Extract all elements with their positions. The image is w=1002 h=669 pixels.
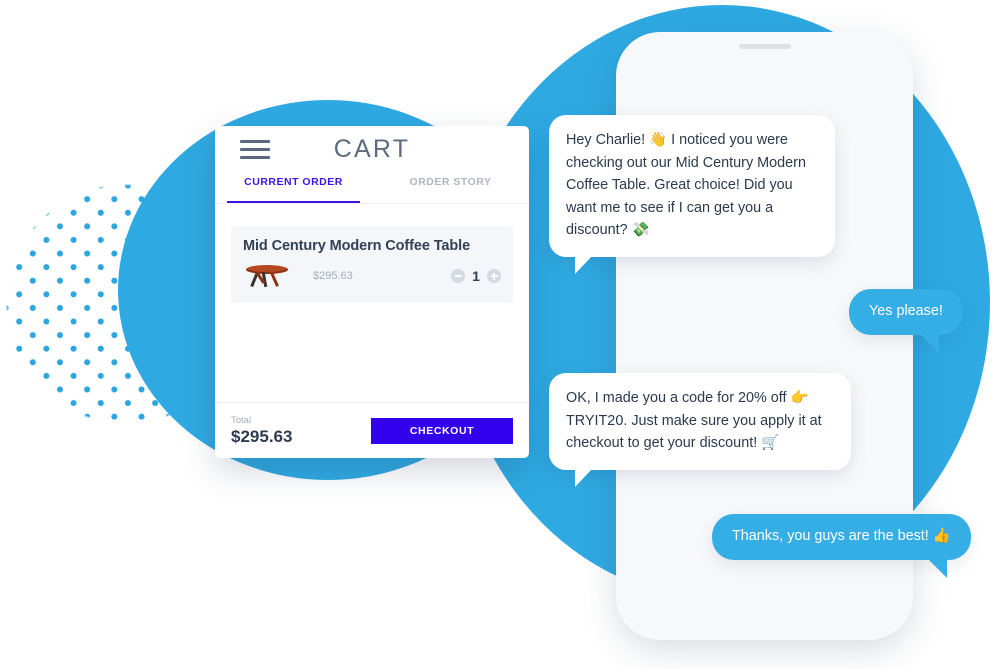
cart-footer: Total $295.63 CHECKOUT [215,402,529,458]
product-price: $295.63 [313,270,353,282]
chat-bubble-user[interactable]: Yes please! [849,289,963,353]
coffee-table-thumbnail [243,263,291,289]
chat-message-text: Hey Charlie! 👋 I noticed you were checki… [566,132,806,238]
tab-order-story[interactable]: ORDER STORY [372,172,529,203]
hamburger-bar [240,140,270,143]
cart-header: CART [215,126,529,172]
chat-bubble-agent[interactable]: Hey Charlie! 👋 I noticed you were checki… [549,115,835,274]
hamburger-menu-icon[interactable] [240,140,270,159]
chat-message-text: Yes please! [869,303,943,319]
bubble-tail [575,254,593,274]
cart-line-item[interactable]: Mid Century Modern Coffee Table $295.63 … [231,226,513,303]
tab-current-order[interactable]: CURRENT ORDER [215,172,372,203]
bubble-tail [926,557,947,578]
total-label: Total [231,414,252,426]
checkout-button[interactable]: CHECKOUT [371,417,513,444]
minus-circle-icon[interactable] [451,269,465,283]
plus-circle-icon[interactable] [487,269,501,283]
table-leg [270,272,279,287]
table-top [246,265,288,274]
cart-total: Total $295.63 [231,415,371,447]
cart-body: Mid Century Modern Coffee Table $295.63 … [215,204,529,402]
quantity-value: 1 [472,268,480,284]
quantity-stepper: 1 [451,268,501,284]
cart-tabs: CURRENT ORDER ORDER STORY [215,172,529,204]
illustration-canvas: CART CURRENT ORDER ORDER STORY Mid Centu… [0,0,1002,669]
product-name: Mid Century Modern Coffee Table [243,238,471,254]
chat-message-text: Thanks, you guys are the best! 👍 [732,528,951,544]
chat-message-text: OK, I made you a code for 20% off 👉 TRYI… [566,390,822,451]
phone-speaker-icon [738,44,791,49]
hamburger-bar [240,156,270,159]
bubble-tail [918,332,939,353]
cart-card: CART CURRENT ORDER ORDER STORY Mid Centu… [215,126,529,458]
hamburger-bar [240,148,270,151]
total-value: $295.63 [231,426,293,446]
product-detail-row: $295.63 1 [243,263,501,289]
chat-bubble-user[interactable]: Thanks, you guys are the best! 👍 [712,514,971,578]
chat-bubble-agent[interactable]: OK, I made you a code for 20% off 👉 TRYI… [549,373,851,487]
bubble-tail [575,467,593,487]
